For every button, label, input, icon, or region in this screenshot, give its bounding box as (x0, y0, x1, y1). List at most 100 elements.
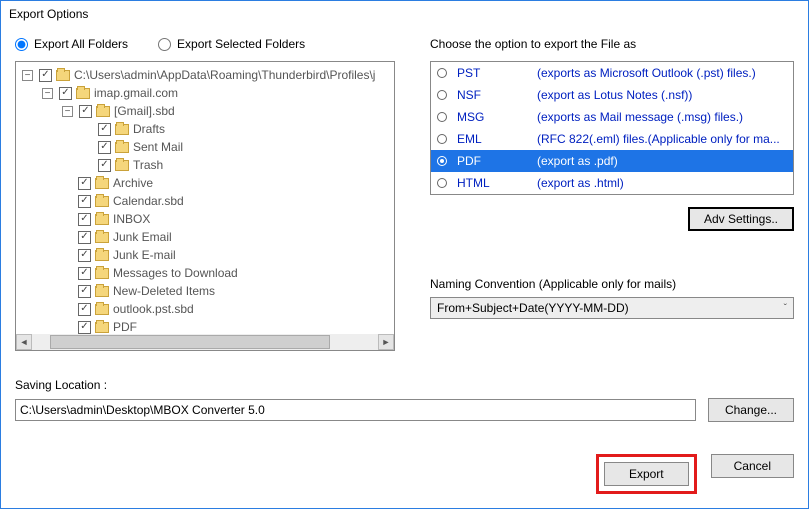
tree-checkbox[interactable] (78, 195, 91, 208)
tree-item-label: PDF (113, 318, 137, 334)
tree-checkbox[interactable] (78, 177, 91, 190)
format-option-pdf[interactable]: PDF(export as .pdf) (431, 150, 793, 172)
naming-convention-label: Naming Convention (Applicable only for m… (430, 231, 794, 291)
tree-item[interactable]: Junk Email (18, 228, 392, 246)
tree-item-label: Archive (113, 174, 153, 192)
tree-checkbox[interactable] (78, 321, 91, 334)
tree-item[interactable]: PDF (18, 318, 392, 334)
tree-item[interactable]: Drafts (18, 120, 392, 138)
folder-icon (76, 88, 90, 99)
tree-checkbox[interactable] (98, 141, 111, 154)
tree-checkbox[interactable] (39, 69, 52, 82)
format-option-pst[interactable]: PST(exports as Microsoft Outlook (.pst) … (431, 62, 793, 84)
saving-location-input[interactable] (15, 399, 696, 421)
tree-checkbox[interactable] (79, 105, 92, 118)
format-option-html[interactable]: HTML(export as .html) (431, 172, 793, 194)
adv-settings-button[interactable]: Adv Settings.. (688, 207, 794, 231)
cancel-button[interactable]: Cancel (711, 454, 794, 478)
format-code: MSG (457, 110, 537, 124)
export-all-radio-input[interactable] (15, 38, 28, 51)
export-selected-radio[interactable]: Export Selected Folders (158, 37, 305, 51)
radio-icon (437, 178, 447, 188)
tree-item[interactable]: Sent Mail (18, 138, 392, 156)
horizontal-scrollbar[interactable]: ◄ ► (16, 334, 394, 350)
content-area: Export All Folders Export Selected Folde… (1, 27, 808, 508)
expander-icon[interactable]: − (22, 70, 33, 81)
change-button[interactable]: Change... (708, 398, 794, 422)
tree-item[interactable]: New-Deleted Items (18, 282, 392, 300)
tree-checkbox[interactable] (78, 267, 91, 280)
folder-icon (95, 304, 109, 315)
folder-icon (115, 124, 129, 135)
tree-checkbox[interactable] (78, 285, 91, 298)
tree-item[interactable]: Junk E-mail (18, 246, 392, 264)
tree-item-label: outlook.pst.sbd (113, 300, 194, 318)
radio-icon (437, 90, 447, 100)
scroll-thumb[interactable] (50, 335, 330, 349)
format-desc: (exports as Mail message (.msg) files.) (537, 110, 787, 124)
chevron-down-icon: ˇ (784, 303, 787, 314)
format-desc: (exports as Microsoft Outlook (.pst) fil… (537, 66, 787, 80)
tree-item[interactable]: Calendar.sbd (18, 192, 392, 210)
export-selected-radio-input[interactable] (158, 38, 171, 51)
tree-account-label: imap.gmail.com (94, 84, 178, 102)
folder-icon (95, 196, 109, 207)
format-desc: (export as .html) (537, 176, 787, 190)
format-desc: (export as .pdf) (537, 154, 787, 168)
tree-checkbox[interactable] (98, 159, 111, 172)
folder-icon (95, 214, 109, 225)
export-highlight: Export (596, 454, 697, 494)
folder-icon (56, 70, 70, 81)
scroll-left-icon[interactable]: ◄ (16, 334, 32, 350)
tree-item-label: Calendar.sbd (113, 192, 184, 210)
tree-item[interactable]: Archive (18, 174, 392, 192)
tree-checkbox[interactable] (78, 213, 91, 226)
folder-tree[interactable]: − C:\Users\admin\AppData\Roaming\Thunder… (15, 61, 395, 351)
format-option-eml[interactable]: EML(RFC 822(.eml) files.(Applicable only… (431, 128, 793, 150)
folder-icon (96, 106, 110, 117)
format-code: EML (457, 132, 537, 146)
tree-checkbox[interactable] (78, 303, 91, 316)
format-code: NSF (457, 88, 537, 102)
scroll-right-icon[interactable]: ► (378, 334, 394, 350)
tree-item-label: Junk E-mail (113, 246, 176, 264)
tree-checkbox[interactable] (98, 123, 111, 136)
tree-item-label: Messages to Download (113, 264, 238, 282)
tree-item[interactable]: outlook.pst.sbd (18, 300, 392, 318)
format-desc: (export as Lotus Notes (.nsf)) (537, 88, 787, 102)
format-option-nsf[interactable]: NSF(export as Lotus Notes (.nsf)) (431, 84, 793, 106)
folder-icon (95, 286, 109, 297)
folder-icon (95, 268, 109, 279)
naming-convention-value: From+Subject+Date(YYYY-MM-DD) (437, 301, 629, 315)
tree-item-label: Drafts (133, 120, 165, 138)
folder-icon (95, 322, 109, 333)
window-title: Export Options (1, 1, 808, 27)
tree-item-label: New-Deleted Items (113, 282, 215, 300)
saving-location-label: Saving Location : (15, 378, 794, 392)
choose-format-heading: Choose the option to export the File as (430, 37, 794, 51)
naming-convention-select[interactable]: From+Subject+Date(YYYY-MM-DD) ˇ (430, 297, 794, 319)
expander-icon[interactable]: − (62, 106, 73, 117)
export-options-window: Export Options Export All Folders Export… (0, 0, 809, 509)
tree-item[interactable]: Trash (18, 156, 392, 174)
format-code: HTML (457, 176, 537, 190)
tree-checkbox[interactable] (59, 87, 72, 100)
folder-icon (115, 160, 129, 171)
format-code: PST (457, 66, 537, 80)
export-all-label: Export All Folders (34, 37, 128, 51)
expander-icon[interactable]: − (42, 88, 53, 99)
tree-item[interactable]: Messages to Download (18, 264, 392, 282)
format-option-list: PST(exports as Microsoft Outlook (.pst) … (430, 61, 794, 195)
export-all-radio[interactable]: Export All Folders (15, 37, 128, 51)
tree-item[interactable]: INBOX (18, 210, 392, 228)
tree-item-label: Sent Mail (133, 138, 183, 156)
export-button[interactable]: Export (604, 462, 689, 486)
export-selected-label: Export Selected Folders (177, 37, 305, 51)
radio-icon (437, 112, 447, 122)
folder-icon (95, 178, 109, 189)
tree-checkbox[interactable] (78, 231, 91, 244)
tree-checkbox[interactable] (78, 249, 91, 262)
tree-gmail-sbd-label: [Gmail].sbd (114, 102, 175, 120)
format-option-msg[interactable]: MSG(exports as Mail message (.msg) files… (431, 106, 793, 128)
format-code: PDF (457, 154, 537, 168)
